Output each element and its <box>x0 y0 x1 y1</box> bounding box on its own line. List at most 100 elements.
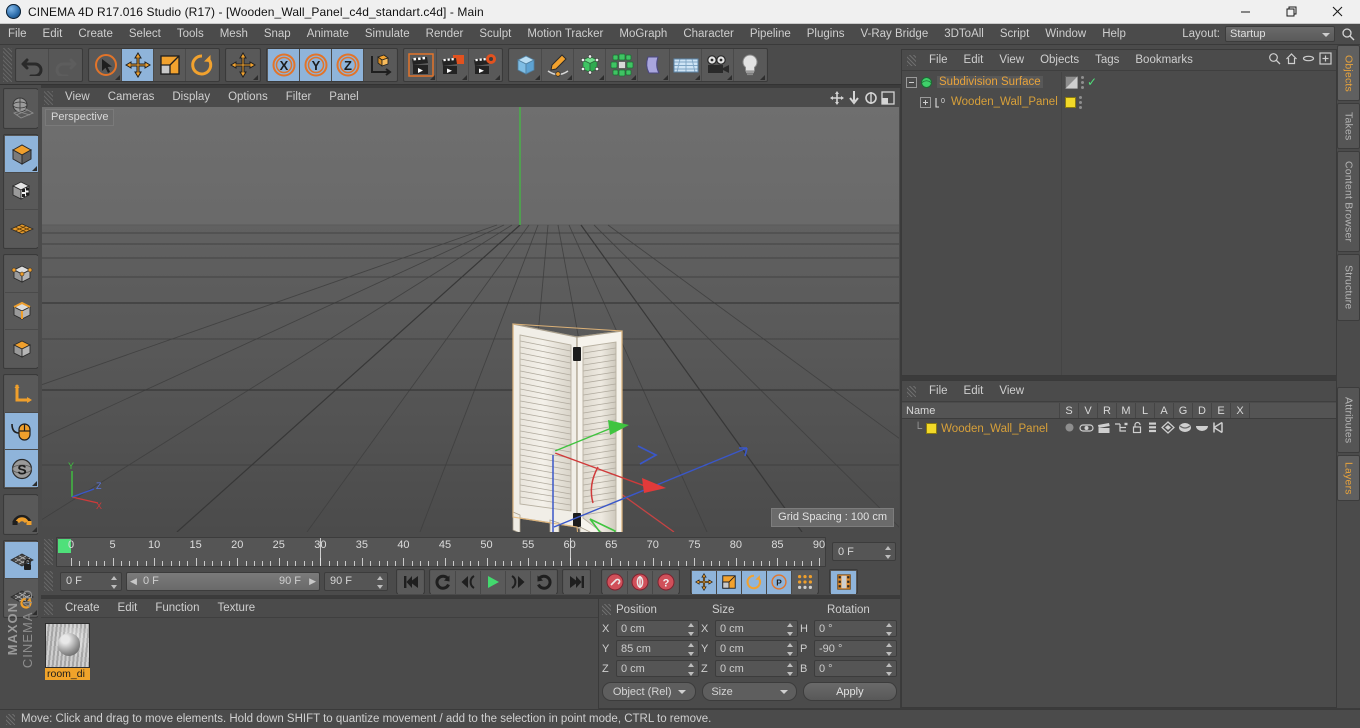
collapse-expander-icon[interactable] <box>906 76 917 88</box>
menu-edit[interactable]: Edit <box>35 24 71 45</box>
rotation-p-field[interactable]: -90 ° <box>814 640 897 657</box>
spinner-icon[interactable] <box>688 663 695 676</box>
position-key-toggle[interactable] <box>692 570 717 594</box>
spinner-icon[interactable] <box>886 643 893 656</box>
object-menu-tags[interactable]: Tags <box>1087 50 1127 71</box>
apply-button[interactable]: Apply <box>802 682 897 701</box>
material-menu-function[interactable]: Function <box>146 599 208 618</box>
layer-menu-edit[interactable]: Edit <box>956 381 992 402</box>
ellipse-icon[interactable] <box>1302 52 1315 68</box>
layer-column-e[interactable]: E <box>1212 403 1231 418</box>
deformer-icon[interactable] <box>1178 421 1192 437</box>
layer-column-r[interactable]: R <box>1098 403 1117 418</box>
spinner-icon[interactable] <box>886 663 893 676</box>
menu-mograph[interactable]: MoGraph <box>611 24 675 45</box>
spinner-icon[interactable] <box>787 643 794 656</box>
preview-range-slider[interactable]: ◀ 0 F 90 F ▶ <box>126 571 320 591</box>
points-cube-icon[interactable] <box>5 256 38 293</box>
search-icon[interactable] <box>1268 52 1281 68</box>
material-menu-create[interactable]: Create <box>56 599 109 618</box>
solo-dot-icon[interactable] <box>1063 421 1076 437</box>
coordinates-mode-dropdown[interactable]: Object (Rel) <box>602 682 697 701</box>
lock-open-icon[interactable] <box>1131 421 1144 437</box>
spinner-icon[interactable] <box>885 546 892 559</box>
texture-cube-icon[interactable] <box>5 173 38 210</box>
pan-view-icon[interactable] <box>830 90 844 105</box>
maximize-view-icon[interactable] <box>881 90 895 105</box>
parameter-key-toggle[interactable]: P <box>767 570 792 594</box>
render-view-button[interactable] <box>405 48 437 81</box>
menu-plugins[interactable]: Plugins <box>799 24 853 45</box>
dolly-view-icon[interactable] <box>847 90 861 105</box>
minimize-icon[interactable] <box>1222 0 1268 24</box>
lock-x-axis[interactable]: X <box>268 48 300 81</box>
spinner-icon[interactable] <box>886 623 893 636</box>
menu-create[interactable]: Create <box>70 24 121 45</box>
play-forward-loop-button[interactable] <box>531 570 556 594</box>
layer-color-swatch[interactable] <box>926 423 938 434</box>
orange-grid-icon[interactable] <box>5 210 38 247</box>
next-frame-button[interactable] <box>506 570 531 594</box>
material-manager-body[interactable]: room_di <box>41 619 598 709</box>
position-x-field[interactable]: 0 cm <box>616 620 699 637</box>
previous-frame-button[interactable] <box>456 570 481 594</box>
layer-menu-file[interactable]: File <box>921 381 956 402</box>
object-menu-bookmarks[interactable]: Bookmarks <box>1127 50 1201 71</box>
menu-character[interactable]: Character <box>675 24 742 45</box>
xref-icon[interactable] <box>1212 421 1225 437</box>
checker-tag[interactable]: ✓ <box>1062 75 1110 89</box>
layer-column-d[interactable]: D <box>1193 403 1212 418</box>
expand-expander-icon[interactable] <box>920 96 931 108</box>
floor-grid-icon[interactable] <box>670 48 702 81</box>
point-level-animation-toggle[interactable] <box>792 570 817 594</box>
tab-objects[interactable]: Objects <box>1337 45 1360 101</box>
go-to-end-button[interactable] <box>564 570 589 594</box>
position-z-field[interactable]: 0 cm <box>616 660 699 677</box>
layer-column-x[interactable]: X <box>1231 403 1250 418</box>
object-menu-view[interactable]: View <box>991 50 1032 71</box>
visibility-check-icon[interactable]: ✓ <box>1087 76 1097 88</box>
cube-blue-icon[interactable] <box>510 48 542 81</box>
viewport-3d-canvas[interactable]: Perspective Grid Spacing : 100 cm Y X Z <box>42 107 899 532</box>
viewport-menu-display[interactable]: Display <box>163 88 219 107</box>
toolbar-grip[interactable] <box>3 47 12 82</box>
expression-icon[interactable] <box>1195 421 1209 437</box>
visible-eye-icon[interactable] <box>1079 421 1094 437</box>
rotation-h-field[interactable]: 0 ° <box>814 620 897 637</box>
menu-snap[interactable]: Snap <box>256 24 299 45</box>
current-frame-field[interactable]: 0 F <box>60 571 122 591</box>
layout-select[interactable]: Startup <box>1225 26 1335 42</box>
range-left-arrow-icon[interactable]: ◀ <box>130 576 137 587</box>
layer-column-m[interactable]: M <box>1117 403 1136 418</box>
render-clapper-icon[interactable] <box>1097 421 1111 437</box>
spinner-icon[interactable] <box>787 663 794 676</box>
layer-row[interactable]: └ Wooden_Wall_Panel <box>902 420 1336 437</box>
layer-column-v[interactable]: V <box>1079 403 1098 418</box>
pen-spline-icon[interactable] <box>542 48 574 81</box>
undo-button[interactable] <box>17 48 49 81</box>
menu-mesh[interactable]: Mesh <box>212 24 256 45</box>
menu-simulate[interactable]: Simulate <box>357 24 418 45</box>
editable-cube-icon[interactable] <box>5 136 38 173</box>
viewport-grip[interactable] <box>44 90 53 105</box>
lock-y-axis[interactable]: Y <box>300 48 332 81</box>
viewport-menu-view[interactable]: View <box>56 88 99 107</box>
material-menu-texture[interactable]: Texture <box>208 599 264 618</box>
viewport-menu-cameras[interactable]: Cameras <box>99 88 164 107</box>
layer-column-l[interactable]: L <box>1136 403 1155 418</box>
layer-column-g[interactable]: G <box>1174 403 1193 418</box>
manager-icon[interactable] <box>1114 421 1128 437</box>
layer-menu-view[interactable]: View <box>991 381 1032 402</box>
coordinates-size-dropdown[interactable]: Size <box>702 682 797 701</box>
menu-3dtoall[interactable]: 3DToAll <box>936 24 992 45</box>
tag-dots-icon[interactable] <box>1081 75 1084 89</box>
spinner-icon[interactable] <box>688 643 695 656</box>
layer-manager-grip[interactable] <box>907 385 916 397</box>
menu-render[interactable]: Render <box>418 24 472 45</box>
yellow-material-tag[interactable] <box>1062 95 1110 109</box>
rotate-view-icon[interactable] <box>864 91 878 105</box>
globe-wire-icon[interactable] <box>5 90 38 127</box>
generator-green-cube-icon[interactable] <box>574 48 606 81</box>
add-layer-icon[interactable] <box>1319 52 1332 68</box>
timeline-controls-grip[interactable] <box>44 571 53 591</box>
